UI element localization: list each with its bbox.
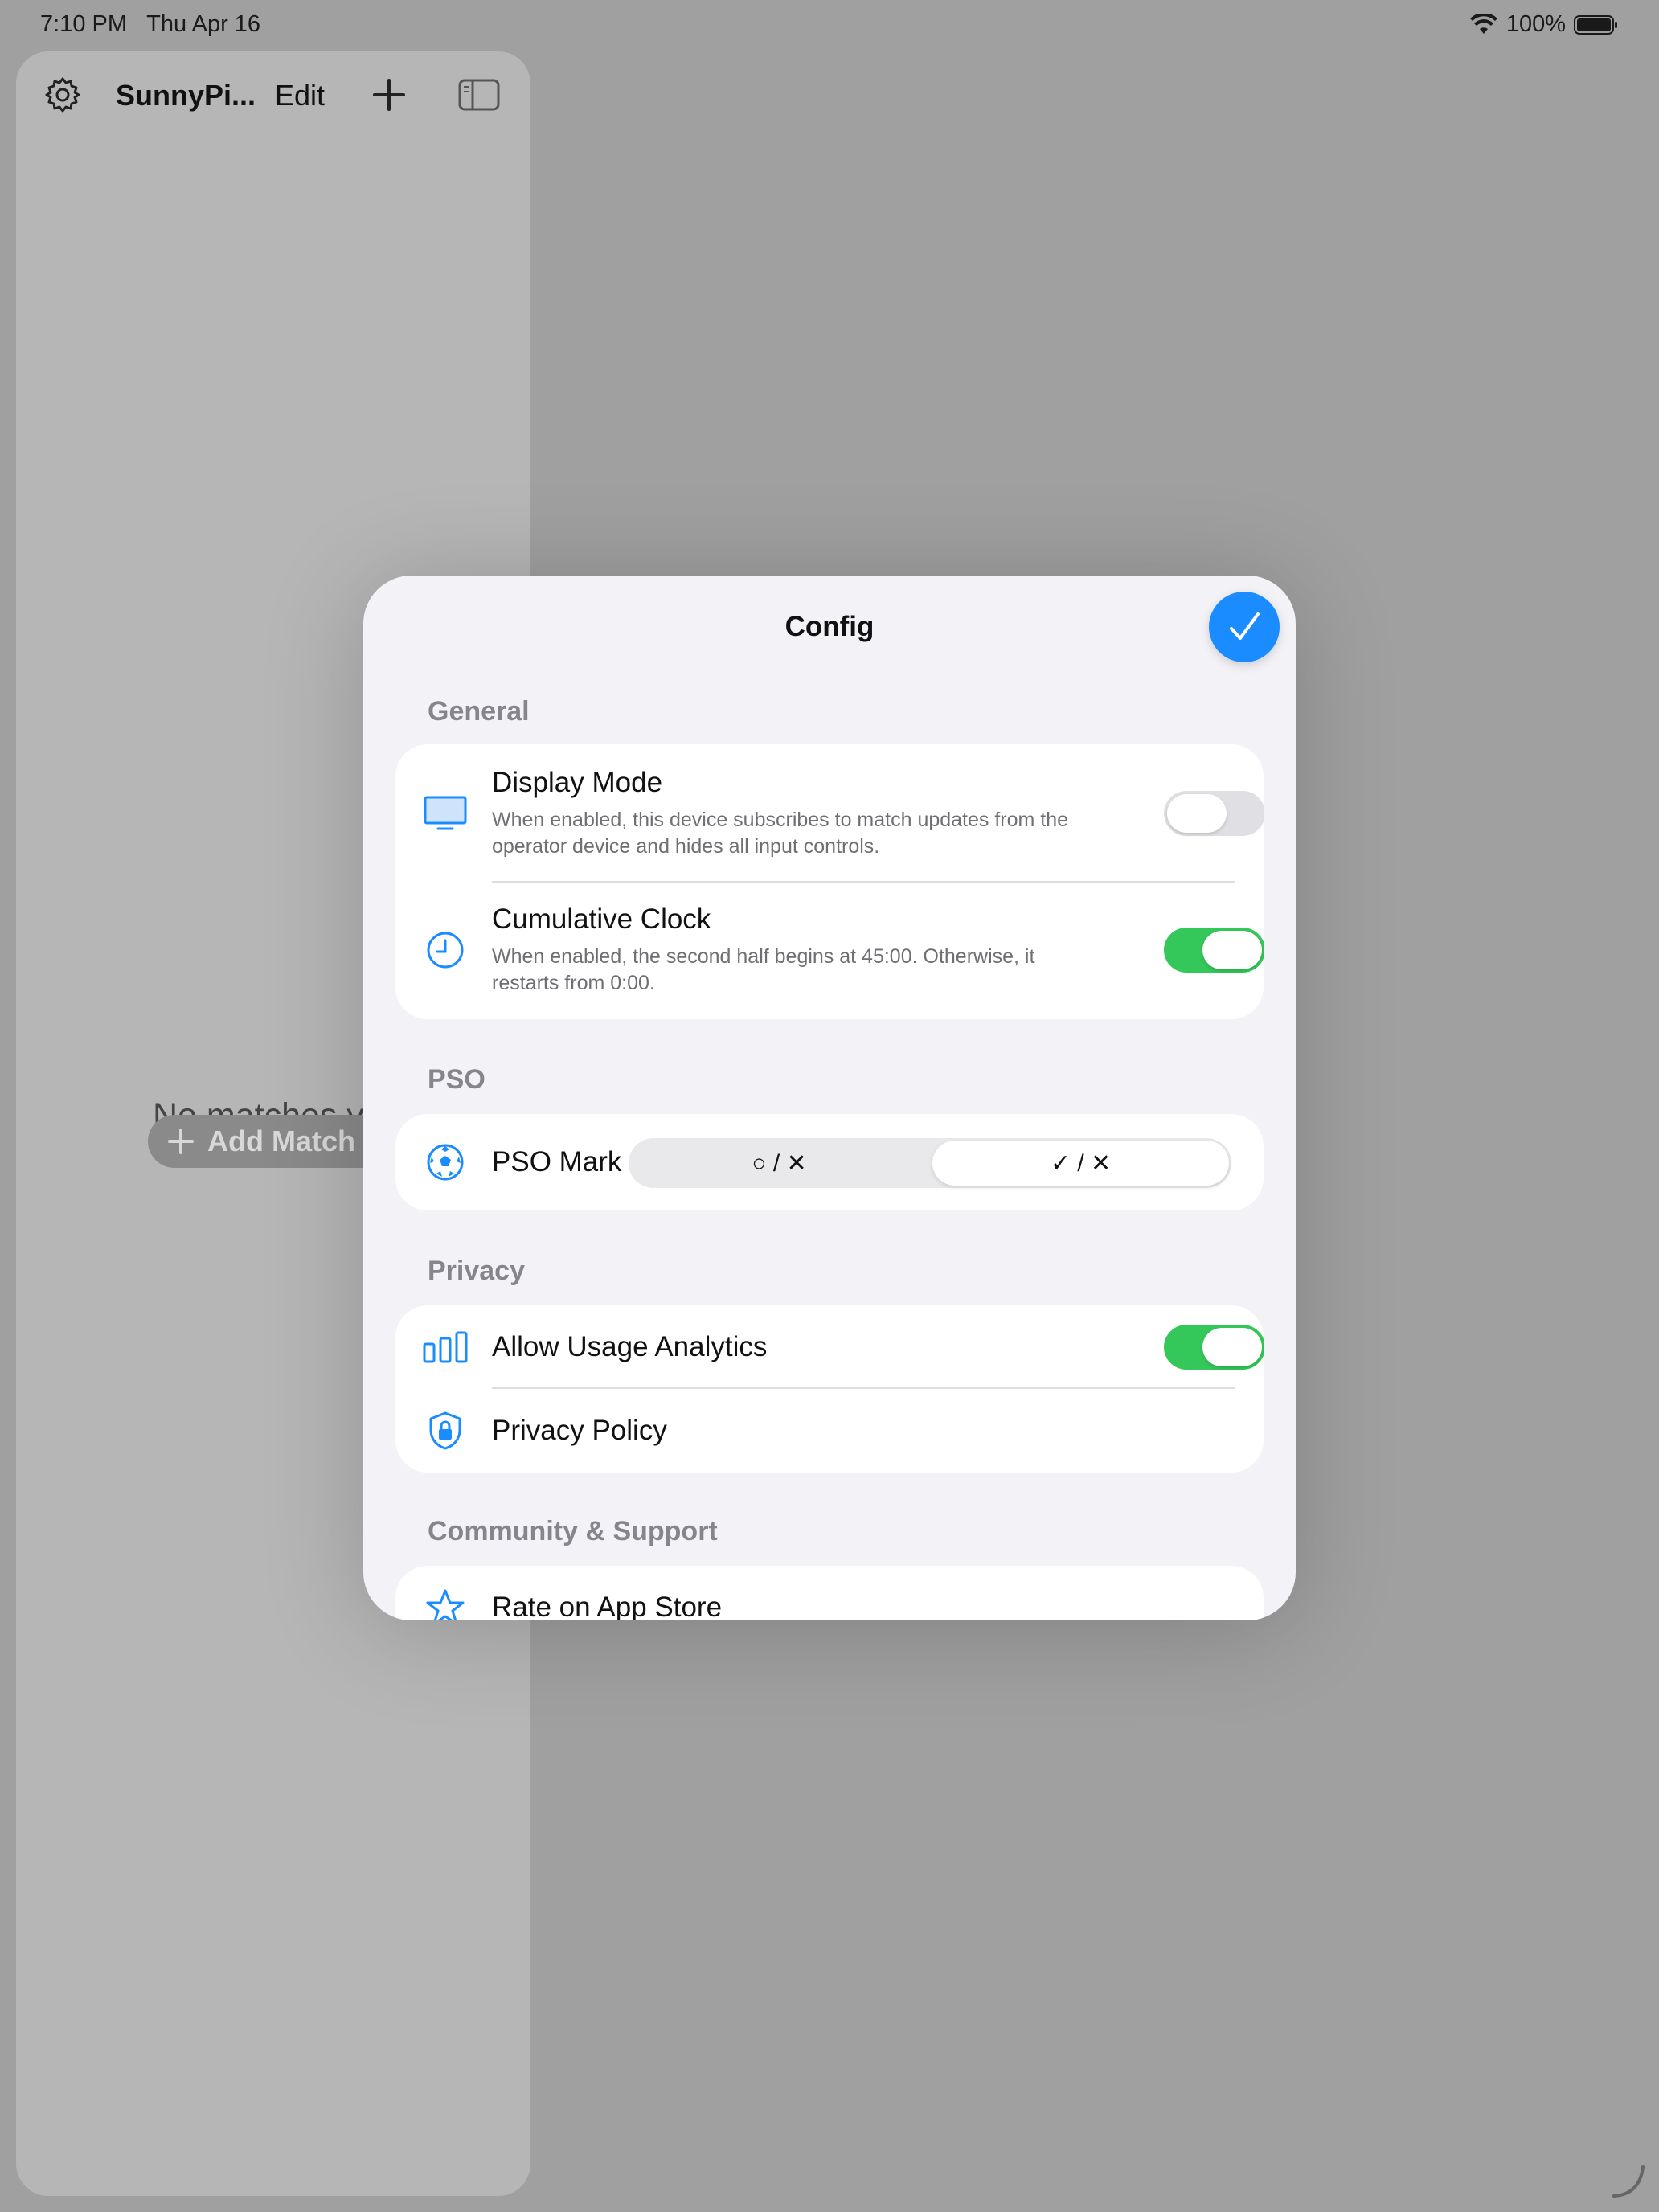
pso-mark-option-check-cross[interactable]: ✓ / ✕ [932,1141,1229,1186]
chart-bars-icon [423,1325,468,1370]
sidebar-toolbar: SunnyPi... Edit [16,63,530,127]
row-display-mode: Display Mode When enabled, this device s… [395,744,1264,883]
sheet-title: Config [784,611,875,642]
status-right: 100% [1469,11,1619,38]
privacy-policy-title: Privacy Policy [492,1415,667,1446]
status-date-text: Thu Apr 16 [146,11,261,37]
section-header-general: General [428,696,530,727]
pso-mark-segmented-control: ○ / ✕ ✓ / ✕ [629,1138,1231,1188]
section-header-privacy: Privacy [428,1256,525,1286]
clock-icon [423,928,468,973]
row-rate-app-store[interactable]: Rate on App Store [395,1566,1264,1620]
sidebar-title: SunnyPi... [116,79,256,112]
battery-percent: 100% [1505,11,1566,37]
done-button[interactable] [1209,592,1280,662]
config-sheet: Config General Display Mode When enabled… [363,576,1296,1620]
toggle-knob [1167,794,1227,833]
add-match-label: Add Match [207,1124,355,1157]
card-community: Rate on App Store [395,1566,1264,1620]
wifi-icon [1469,14,1497,34]
edit-button[interactable]: Edit [275,79,325,113]
status-time: 7:10 PM Thu Apr 16 [40,11,260,38]
section-header-community: Community & Support [428,1516,718,1546]
usage-analytics-title: Allow Usage Analytics [492,1331,768,1362]
shield-lock-icon [423,1408,468,1453]
pso-mark-option-circle-cross[interactable]: ○ / ✕ [629,1138,930,1188]
toggle-knob [1202,931,1262,969]
display-mode-title: Display Mode [492,767,663,798]
rate-app-store-title: Rate on App Store [492,1591,723,1620]
row-pso-mark: PSO Mark ○ / ✕ ✓ / ✕ [395,1114,1264,1210]
cumulative-clock-desc: When enabled, the second half begins at … [492,945,1035,994]
pso-mark-title: PSO Mark [492,1146,622,1178]
display-mode-toggle[interactable] [1164,791,1264,836]
card-privacy: Allow Usage Analytics Privacy Policy [395,1305,1264,1473]
status-time-text: 7:10 PM [40,11,127,37]
usage-analytics-toggle[interactable] [1164,1325,1264,1370]
battery-icon [1574,14,1617,35]
toggle-knob [1202,1328,1262,1366]
sidebar-toggle-icon[interactable] [458,79,500,111]
display-icon [423,791,468,836]
soccer-ball-icon [423,1140,468,1185]
plus-icon [168,1129,194,1154]
row-privacy-policy[interactable]: Privacy Policy [395,1389,1264,1473]
gear-icon[interactable] [43,76,82,114]
cumulative-clock-toggle[interactable] [1164,928,1264,973]
cumulative-clock-title: Cumulative Clock [492,903,711,935]
checkmark-icon [1230,612,1260,640]
display-mode-desc: When enabled, this device subscribes to … [492,809,1069,858]
status-bar: 7:10 PM Thu Apr 16 100% [0,0,1659,51]
star-icon [423,1585,468,1620]
resize-grabber-icon[interactable] [1608,2161,1648,2201]
add-icon[interactable] [371,77,407,113]
card-pso: PSO Mark ○ / ✕ ✓ / ✕ [395,1114,1264,1210]
card-general: Display Mode When enabled, this device s… [395,744,1264,1019]
section-header-pso: PSO [428,1064,485,1095]
row-usage-analytics: Allow Usage Analytics [395,1305,1264,1389]
row-cumulative-clock: Cumulative Clock When enabled, the secon… [395,883,1264,1019]
